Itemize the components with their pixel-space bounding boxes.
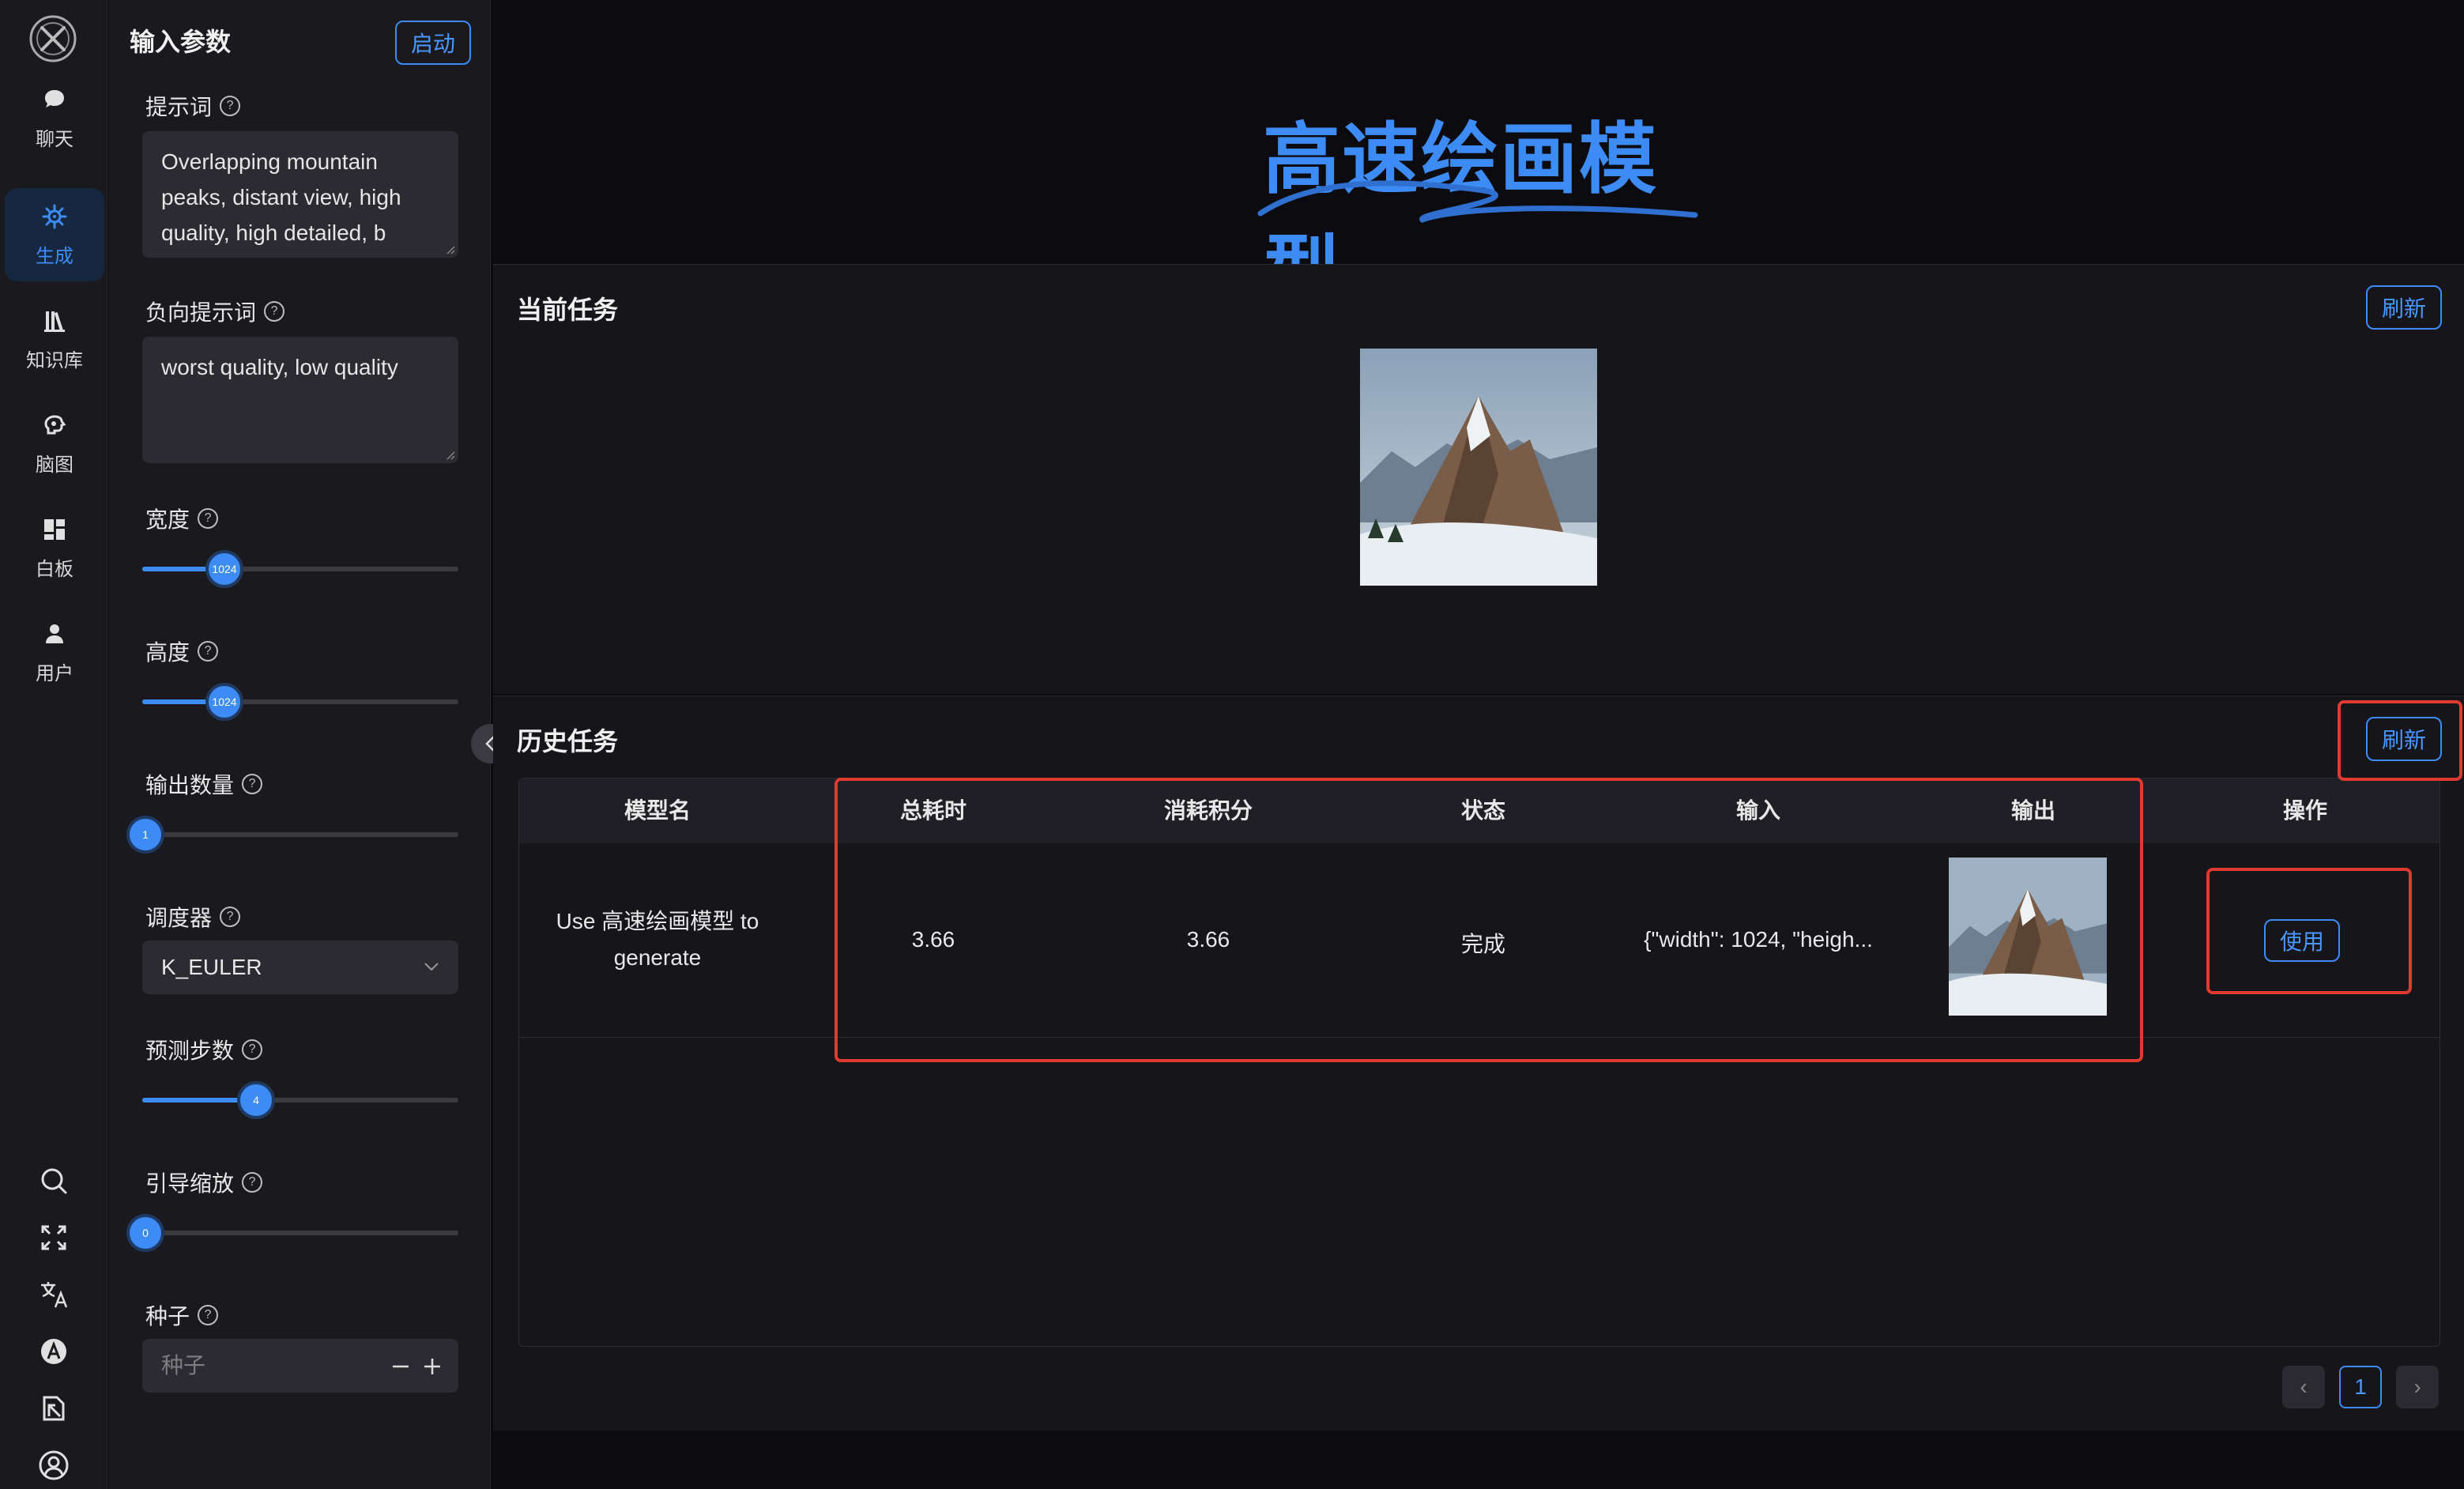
user-icon (46, 624, 63, 643)
height-slider[interactable]: 1024 (142, 683, 458, 721)
neg-prompt-label-row: 负向提示词 ? (145, 296, 285, 327)
count-label-row: 输出数量 ? (145, 768, 263, 800)
chat-icon (45, 90, 64, 107)
help-icon[interactable]: ? (198, 508, 219, 529)
model-name-line1: Use 高速绘画模型 to (556, 909, 759, 933)
help-icon[interactable]: ? (242, 1172, 263, 1193)
nav-rail: 聊天 生成 知识库 脑图 白板 用户 (0, 0, 107, 1489)
prompt-label-row: 提示词 ? (145, 90, 241, 122)
search-icon[interactable] (38, 1165, 70, 1197)
plus-icon[interactable] (424, 1358, 441, 1375)
count-slider-handle[interactable]: 1 (126, 816, 164, 854)
guidance-slider-handle[interactable]: 0 (126, 1214, 164, 1252)
steps-label: 预测步数 (145, 1039, 235, 1063)
neg-prompt-textarea[interactable]: worst quality, low quality (142, 337, 458, 463)
nav-item-mindmap[interactable]: 脑图 (5, 397, 104, 490)
help-icon[interactable]: ? (220, 907, 241, 927)
nav-item-chat[interactable]: 聊天 (5, 71, 104, 164)
scheduler-label-row: 调度器 ? (145, 901, 241, 933)
count-label: 输出数量 (145, 773, 235, 797)
height-slider-handle[interactable]: 1024 (205, 683, 243, 721)
book-icon[interactable] (38, 1393, 70, 1424)
prompt-text: Overlapping mountain peaks, distant view… (161, 149, 401, 245)
nav-item-user[interactable]: 用户 (5, 605, 104, 699)
help-icon[interactable]: ? (242, 1039, 263, 1060)
guidance-label-row: 引导缩放 ? (145, 1167, 263, 1198)
seed-placeholder: 种子 (161, 1353, 206, 1378)
generate-icon (42, 204, 67, 229)
width-slider[interactable]: 1024 (142, 550, 458, 588)
pagination-prev[interactable]: ‹ (2282, 1366, 2325, 1408)
neg-prompt-label: 负向提示词 (145, 300, 257, 325)
account-icon[interactable] (38, 1449, 70, 1481)
seed-label: 种子 (145, 1304, 190, 1329)
steps-label-row: 预测步数 ? (145, 1034, 263, 1065)
chevron-down-icon (424, 963, 439, 971)
height-label-row: 高度 ? (145, 635, 219, 667)
nav-label-mindmap: 脑图 (36, 454, 73, 476)
count-slider[interactable]: 1 (126, 816, 458, 854)
pagination-page-1[interactable]: 1 (2339, 1366, 2382, 1408)
seed-label-row: 种子 ? (145, 1299, 219, 1331)
prompt-label: 提示词 (145, 95, 213, 119)
nav-item-whiteboard[interactable]: 白板 (5, 501, 104, 594)
scheduler-label: 调度器 (145, 906, 213, 930)
font-icon[interactable] (38, 1336, 70, 1367)
scheduler-value: K_EULER (161, 955, 262, 979)
nav-item-library[interactable]: 知识库 (5, 292, 104, 386)
highlight-box-action (2206, 868, 2412, 994)
minus-icon[interactable] (392, 1358, 409, 1375)
title-swoosh-icon (1257, 180, 1698, 223)
help-icon[interactable]: ? (264, 301, 285, 322)
help-icon[interactable]: ? (198, 1305, 219, 1325)
steps-slider-handle[interactable]: 4 (237, 1081, 275, 1119)
nav-label-generate: 生成 (36, 246, 73, 267)
nav-label-library: 知识库 (26, 350, 83, 371)
nav-item-generate[interactable]: 生成 (5, 188, 104, 281)
refresh-current-button[interactable]: 刷新 (2366, 285, 2442, 330)
help-icon[interactable]: ? (220, 96, 241, 116)
column-header: 操作 (2282, 798, 2327, 823)
whiteboard-icon (44, 519, 65, 540)
page-title: 高速绘画模型 (1256, 95, 1699, 315)
current-task-section: 当前任务 刷新 (493, 264, 2464, 694)
generated-mountain-image[interactable] (1359, 349, 1598, 586)
nav-label-user: 用户 (36, 663, 73, 684)
resize-grip-icon[interactable] (444, 243, 455, 254)
pagination-next[interactable]: › (2396, 1366, 2439, 1408)
mindmap-icon (44, 415, 66, 435)
guidance-label: 引导缩放 (145, 1171, 235, 1196)
seed-input[interactable]: 种子 (142, 1339, 458, 1393)
neg-prompt-text: worst quality, low quality (161, 355, 398, 379)
help-icon[interactable]: ? (198, 641, 219, 662)
steps-slider[interactable]: 4 (142, 1081, 458, 1119)
column-header: 模型名 (624, 798, 691, 823)
resize-grip-icon[interactable] (444, 449, 455, 460)
app-logo[interactable] (28, 14, 77, 63)
guidance-slider[interactable]: 0 (126, 1214, 458, 1252)
model-name-line2: generate (613, 945, 702, 970)
width-slider-handle[interactable]: 1024 (205, 550, 243, 588)
highlight-box-metrics (835, 778, 2143, 1062)
current-task-title: 当前任务 (517, 296, 619, 324)
model-name-cell: Use 高速绘画模型 to generate (519, 903, 796, 976)
start-button[interactable]: 启动 (395, 21, 471, 65)
history-task-title: 历史任务 (517, 727, 619, 756)
height-label: 高度 (145, 640, 190, 665)
nav-label-chat: 聊天 (36, 129, 73, 150)
highlight-box-refresh (2338, 700, 2462, 781)
width-label: 宽度 (145, 507, 190, 532)
fullscreen-icon[interactable] (38, 1222, 70, 1253)
translate-icon[interactable] (38, 1279, 70, 1310)
panel-title: 输入参数 (130, 28, 232, 56)
library-icon (44, 311, 65, 332)
width-label-row: 宽度 ? (145, 503, 219, 534)
prompt-textarea[interactable]: Overlapping mountain peaks, distant view… (142, 131, 458, 258)
nav-label-whiteboard: 白板 (36, 559, 73, 580)
steps-slider-fill (142, 1098, 253, 1103)
scheduler-select[interactable]: K_EULER (142, 941, 458, 994)
help-icon[interactable]: ? (242, 774, 263, 794)
